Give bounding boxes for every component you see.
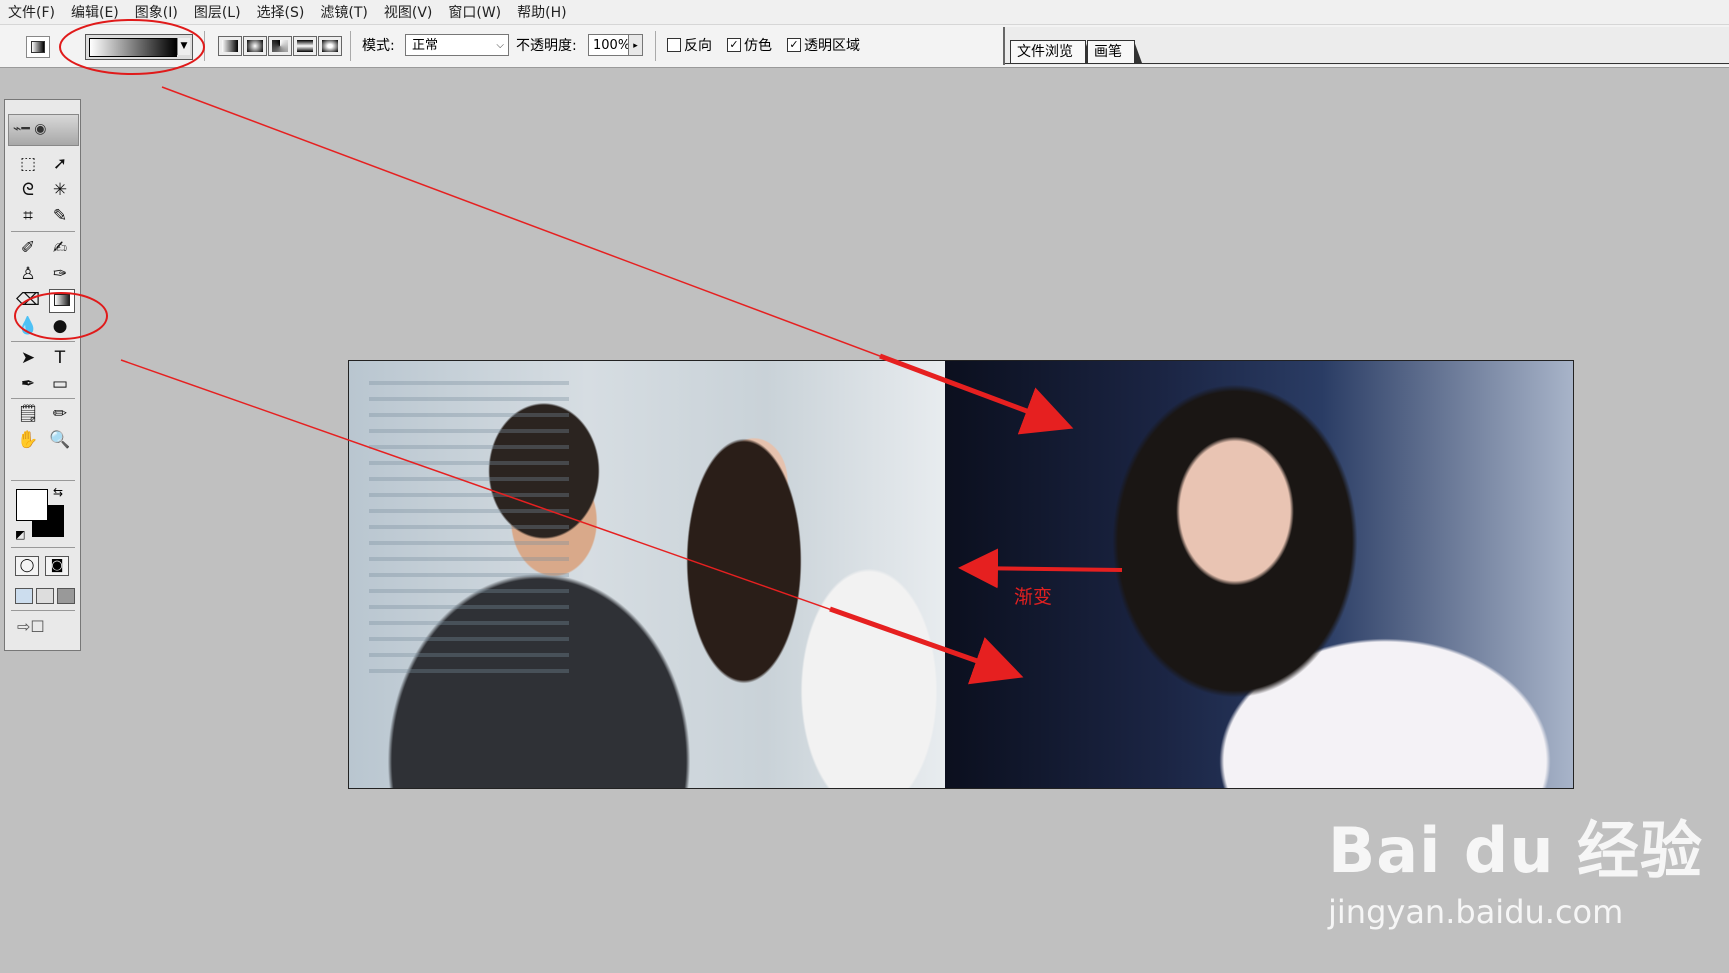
divider [655, 31, 656, 61]
chevron-down-icon[interactable]: ▼ [177, 38, 190, 55]
divider [11, 480, 75, 481]
path-select-icon[interactable]: ➤ [15, 346, 41, 370]
crop-icon[interactable]: ⌗ [15, 204, 41, 228]
gradient-annotation-label: 渐变 [1014, 586, 1053, 608]
opacity-slider-button[interactable]: ▸ [628, 34, 643, 56]
fullscreen-mode-button[interactable] [57, 588, 75, 604]
divider [11, 398, 75, 399]
shape-icon[interactable]: ▭ [47, 372, 73, 396]
healing-brush-icon[interactable]: ✐ [15, 236, 41, 260]
gradient-picker[interactable]: ▼ [85, 34, 193, 60]
mode-value: 正常 [412, 38, 439, 53]
marquee-icon[interactable]: ⬚ [15, 152, 41, 176]
photo-woman-portrait [945, 361, 1573, 788]
pen-icon[interactable]: ✒ [15, 372, 41, 396]
jump-to-imageready-icon[interactable]: ⇨☐ [17, 617, 45, 636]
menu-window[interactable]: 窗口(W) [440, 2, 509, 22]
reflected-gradient-button[interactable] [293, 36, 317, 56]
history-brush-icon[interactable]: ✑ [47, 262, 73, 286]
palette-well: 文件浏览 画笔 [1003, 27, 1729, 65]
divider [11, 547, 75, 548]
opacity-input[interactable]: 100% [588, 34, 632, 56]
menu-filter[interactable]: 滤镜(T) [312, 2, 375, 22]
brush-icon[interactable]: ✍ [47, 236, 73, 260]
reverse-checkbox[interactable] [667, 38, 681, 52]
divider [11, 231, 75, 232]
menu-bar: 文件(F) 编辑(E) 图象(I) 图层(L) 选择(S) 滤镜(T) 视图(V… [0, 0, 1729, 25]
lasso-icon[interactable]: ᘓ [15, 178, 41, 202]
move-icon[interactable]: ➚ [47, 152, 73, 176]
standard-screen-mode-button[interactable] [15, 588, 33, 604]
gradient-swatch[interactable] [89, 38, 177, 57]
clone-stamp-icon[interactable]: ♙ [15, 262, 41, 286]
type-icon[interactable]: T [47, 346, 73, 370]
reverse-checkbox-group[interactable]: 反向 [667, 34, 712, 56]
document-canvas[interactable] [348, 360, 1574, 789]
radial-gradient-button[interactable] [243, 36, 267, 56]
transparency-checkbox-group[interactable]: ✓ 透明区域 [787, 34, 860, 56]
divider [1005, 63, 1729, 64]
reverse-label: 反向 [684, 38, 712, 54]
standard-mode-button[interactable]: ◯ [15, 556, 39, 576]
toolbox-header-logo: ⌁━ ◉ [8, 114, 79, 146]
menu-layer[interactable]: 图层(L) [186, 2, 249, 22]
dither-checkbox[interactable]: ✓ [727, 38, 741, 52]
menu-select[interactable]: 选择(S) [249, 2, 313, 22]
blur-icon[interactable]: 💧 [15, 314, 41, 338]
menu-image[interactable]: 图象(I) [127, 2, 186, 22]
mode-label: 模式: [362, 38, 395, 54]
angle-gradient-button[interactable] [268, 36, 292, 56]
menu-file[interactable]: 文件(F) [0, 2, 63, 22]
menu-edit[interactable]: 编辑(E) [63, 2, 127, 22]
eyedropper-icon[interactable]: ✏ [47, 402, 73, 426]
divider [204, 31, 205, 61]
divider [350, 31, 351, 61]
mode-select[interactable]: 正常 ⌵ [405, 34, 509, 56]
notes-icon[interactable]: 🗒 [15, 402, 41, 426]
eraser-icon[interactable]: ⌫ [15, 288, 41, 312]
transparency-checkbox[interactable]: ✓ [787, 38, 801, 52]
tab-file-browser[interactable]: 文件浏览 [1010, 40, 1093, 63]
slice-icon[interactable]: ✎ [47, 204, 73, 228]
watermark-main-text: Bai du 经验 [1328, 814, 1704, 887]
toolbox: ⌁━ ◉ ⬚ ➚ ᘓ ✳ ⌗ ✎ ✐ ✍ ♙ ✑ ⌫ 💧 ● ➤ T ✒ ▭ 🗒… [4, 99, 81, 651]
baidu-watermark: Bai du 经验 [1328, 800, 1703, 890]
menu-help[interactable]: 帮助(H) [509, 2, 574, 22]
tool-preset-picker[interactable] [26, 36, 50, 58]
tab-brushes[interactable]: 画笔 [1087, 40, 1142, 63]
divider [11, 341, 75, 342]
default-colors-icon[interactable]: ◩ [15, 528, 25, 541]
menu-view[interactable]: 视图(V) [376, 2, 441, 22]
zoom-icon[interactable]: 🔍 [47, 428, 73, 452]
opacity-label: 不透明度: [516, 38, 577, 54]
diamond-gradient-button[interactable] [318, 36, 342, 56]
transparency-label: 透明区域 [804, 38, 860, 54]
photo-couple [349, 361, 945, 788]
swap-colors-icon[interactable]: ⇆ [53, 485, 63, 499]
dither-checkbox-group[interactable]: ✓ 仿色 [727, 34, 772, 56]
foreground-color-swatch[interactable] [16, 489, 48, 521]
fullscreen-menu-mode-button[interactable] [36, 588, 54, 604]
watermark-url: jingyan.baidu.com [1328, 893, 1624, 931]
dither-label: 仿色 [744, 38, 772, 54]
gradient-icon[interactable] [49, 289, 75, 313]
hand-icon[interactable]: ✋ [15, 428, 41, 452]
chevron-down-icon: ⌵ [496, 40, 504, 51]
eye-icon: ⌁━ ◉ [13, 121, 47, 137]
divider [11, 610, 75, 611]
quick-mask-mode-button[interactable]: ◙ [45, 556, 69, 576]
dodge-icon[interactable]: ● [47, 314, 73, 338]
magic-wand-icon[interactable]: ✳ [47, 178, 73, 202]
linear-gradient-button[interactable] [218, 36, 242, 56]
